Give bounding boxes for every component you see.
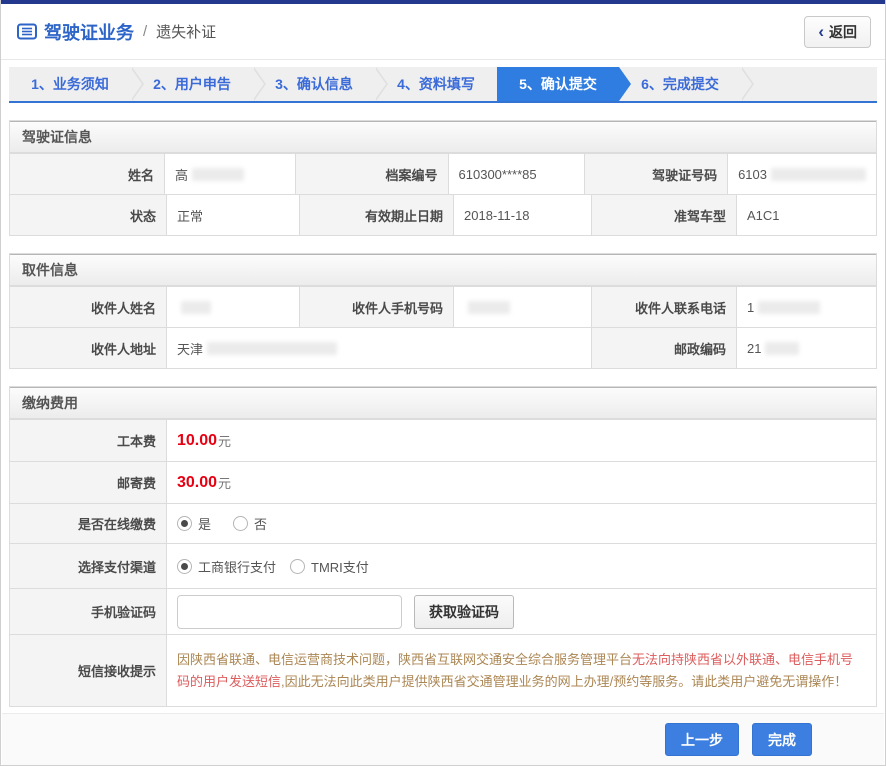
pay-online-yes-option[interactable]: 是: [177, 514, 211, 533]
recipient-phone-value: 1: [737, 287, 876, 327]
license-no-value: 6103: [728, 154, 876, 194]
redacted-value: [468, 301, 510, 314]
license-info-panel: 驾驶证信息 姓名 高 档案编号 610300****85 驾驶证号码 6103 …: [9, 120, 877, 236]
breadcrumb: 驾驶证业务 / 遗失补证: [17, 19, 216, 45]
pay-online-no-label: 否: [254, 514, 267, 533]
file-no-value: 610300****85: [449, 154, 585, 194]
table-row: 状态 正常 有效期止日期 2018-11-18 准驾车型 A1C1: [10, 194, 876, 235]
recipient-phone-label: 收件人联系电话: [592, 287, 737, 327]
page-header: 驾驶证业务 / 遗失补证 ‹ 返回: [1, 4, 885, 60]
pickup-info-panel: 取件信息 收件人姓名 收件人手机号码 收件人联系电话 1 收件人地址 天津 邮政…: [9, 253, 877, 369]
back-button[interactable]: ‹ 返回: [804, 16, 871, 48]
channel-tmri-label: TMRI支付: [311, 557, 369, 576]
postcode-label: 邮政编码: [592, 328, 737, 368]
back-button-label: 返回: [829, 22, 857, 42]
pickup-info-title: 取件信息: [10, 254, 876, 286]
breadcrumb-current: 遗失补证: [156, 21, 216, 42]
table-row: 姓名 高 档案编号 610300****85 驾驶证号码 6103: [10, 153, 876, 194]
vehicle-class-value: A1C1: [737, 195, 876, 235]
recipient-name-value: [167, 287, 300, 327]
recipient-mobile-value: [454, 287, 592, 327]
page-title: 驾驶证业务: [44, 19, 134, 45]
action-footer: 上一步 完成: [2, 713, 884, 765]
recipient-address-value: 天津: [167, 328, 592, 368]
status-label: 状态: [10, 195, 167, 235]
sms-code-label: 手机验证码: [10, 589, 167, 634]
sms-notice-label: 短信接收提示: [10, 635, 167, 706]
step-wizard: 1、业务须知 2、用户申告 3、确认信息 4、资料填写 5、确认提交 6、完成提…: [9, 67, 877, 103]
license-no-label: 驾驶证号码: [585, 154, 728, 194]
table-row: 收件人姓名 收件人手机号码 收件人联系电话 1: [10, 286, 876, 327]
radio-selected-icon[interactable]: [177, 559, 192, 574]
name-label: 姓名: [10, 154, 165, 194]
payment-channel-options: 工商银行支付 TMRI支付: [167, 544, 876, 588]
redacted-value: [181, 301, 211, 314]
radio-unselected-icon[interactable]: [233, 516, 248, 531]
payment-panel: 缴纳费用 工本费 10.00元 邮寄费 30.00元 是否在线缴费 是: [9, 386, 877, 707]
radio-unselected-icon[interactable]: [290, 559, 305, 574]
postage-fee-label: 邮寄费: [10, 462, 167, 503]
vehicle-class-label: 准驾车型: [592, 195, 737, 235]
finish-button[interactable]: 完成: [752, 723, 812, 756]
work-fee-value: 10.00元: [167, 420, 876, 461]
name-value: 高: [165, 154, 296, 194]
channel-tmri-option[interactable]: TMRI支付: [290, 557, 369, 576]
get-sms-code-button[interactable]: 获取验证码: [414, 595, 514, 629]
license-business-icon: [17, 23, 37, 40]
chevron-left-icon: ‹: [818, 23, 824, 40]
redacted-value: [771, 168, 866, 181]
radio-selected-icon[interactable]: [177, 516, 192, 531]
step-6-complete-submit[interactable]: 6、完成提交: [619, 67, 741, 101]
table-row: 选择支付渠道 工商银行支付 TMRI支付: [10, 543, 876, 588]
license-info-title: 驾驶证信息: [10, 121, 876, 153]
pay-online-no-option[interactable]: 否: [233, 514, 267, 533]
sms-code-field-cell: 获取验证码: [167, 589, 876, 634]
breadcrumb-separator: /: [143, 23, 147, 40]
pay-online-yes-label: 是: [198, 514, 211, 533]
recipient-address-label: 收件人地址: [10, 328, 167, 368]
table-row: 短信接收提示 因陕西省联通、电信运营商技术问题，陕西省互联网交通安全综合服务管理…: [10, 634, 876, 706]
step-1-business-notice[interactable]: 1、业务须知: [9, 67, 131, 101]
status-value: 正常: [167, 195, 300, 235]
recipient-mobile-label: 收件人手机号码: [300, 287, 454, 327]
postage-fee-value: 30.00元: [167, 462, 876, 503]
table-row: 手机验证码 获取验证码: [10, 588, 876, 634]
table-row: 邮寄费 30.00元: [10, 461, 876, 503]
work-fee-label: 工本费: [10, 420, 167, 461]
table-row: 是否在线缴费 是 否: [10, 503, 876, 543]
channel-icbc-option[interactable]: 工商银行支付: [177, 557, 276, 576]
pay-online-label: 是否在线缴费: [10, 504, 167, 543]
sms-notice-part3: ,因此无法向此类用户提供陕西省交通管理业务的网上办理/预约等服务。请此类用户避免…: [281, 674, 847, 689]
sms-notice-part1: 因陕西省联通、电信运营商技术问题，陕西省互联网交通安全综合服务管理平台: [177, 652, 632, 667]
previous-step-button[interactable]: 上一步: [665, 723, 739, 756]
file-no-label: 档案编号: [296, 154, 448, 194]
table-row: 收件人地址 天津 邮政编码 21: [10, 327, 876, 368]
expiry-value: 2018-11-18: [454, 195, 592, 235]
table-row: 工本费 10.00元: [10, 419, 876, 461]
channel-icbc-label: 工商银行支付: [198, 557, 276, 576]
postcode-value: 21: [737, 328, 876, 368]
sms-code-input[interactable]: [177, 595, 402, 629]
redacted-value: [192, 168, 244, 181]
payment-channel-label: 选择支付渠道: [10, 544, 167, 588]
sms-notice-text: 因陕西省联通、电信运营商技术问题，陕西省互联网交通安全综合服务管理平台无法向持陕…: [167, 635, 876, 706]
redacted-value: [765, 342, 799, 355]
recipient-name-label: 收件人姓名: [10, 287, 167, 327]
step-2-user-declaration[interactable]: 2、用户申告: [131, 67, 253, 101]
redacted-value: [758, 301, 820, 314]
step-4-fill-data[interactable]: 4、资料填写: [375, 67, 497, 101]
redacted-value: [207, 342, 337, 355]
page: 驾驶证业务 / 遗失补证 ‹ 返回 1、业务须知 2、用户申告 3、确认信息 4…: [0, 0, 886, 766]
step-3-confirm-info[interactable]: 3、确认信息: [253, 67, 375, 101]
expiry-label: 有效期止日期: [300, 195, 454, 235]
step-5-confirm-submit[interactable]: 5、确认提交: [497, 67, 619, 101]
payment-title: 缴纳费用: [10, 387, 876, 419]
pay-online-options: 是 否: [167, 504, 876, 543]
